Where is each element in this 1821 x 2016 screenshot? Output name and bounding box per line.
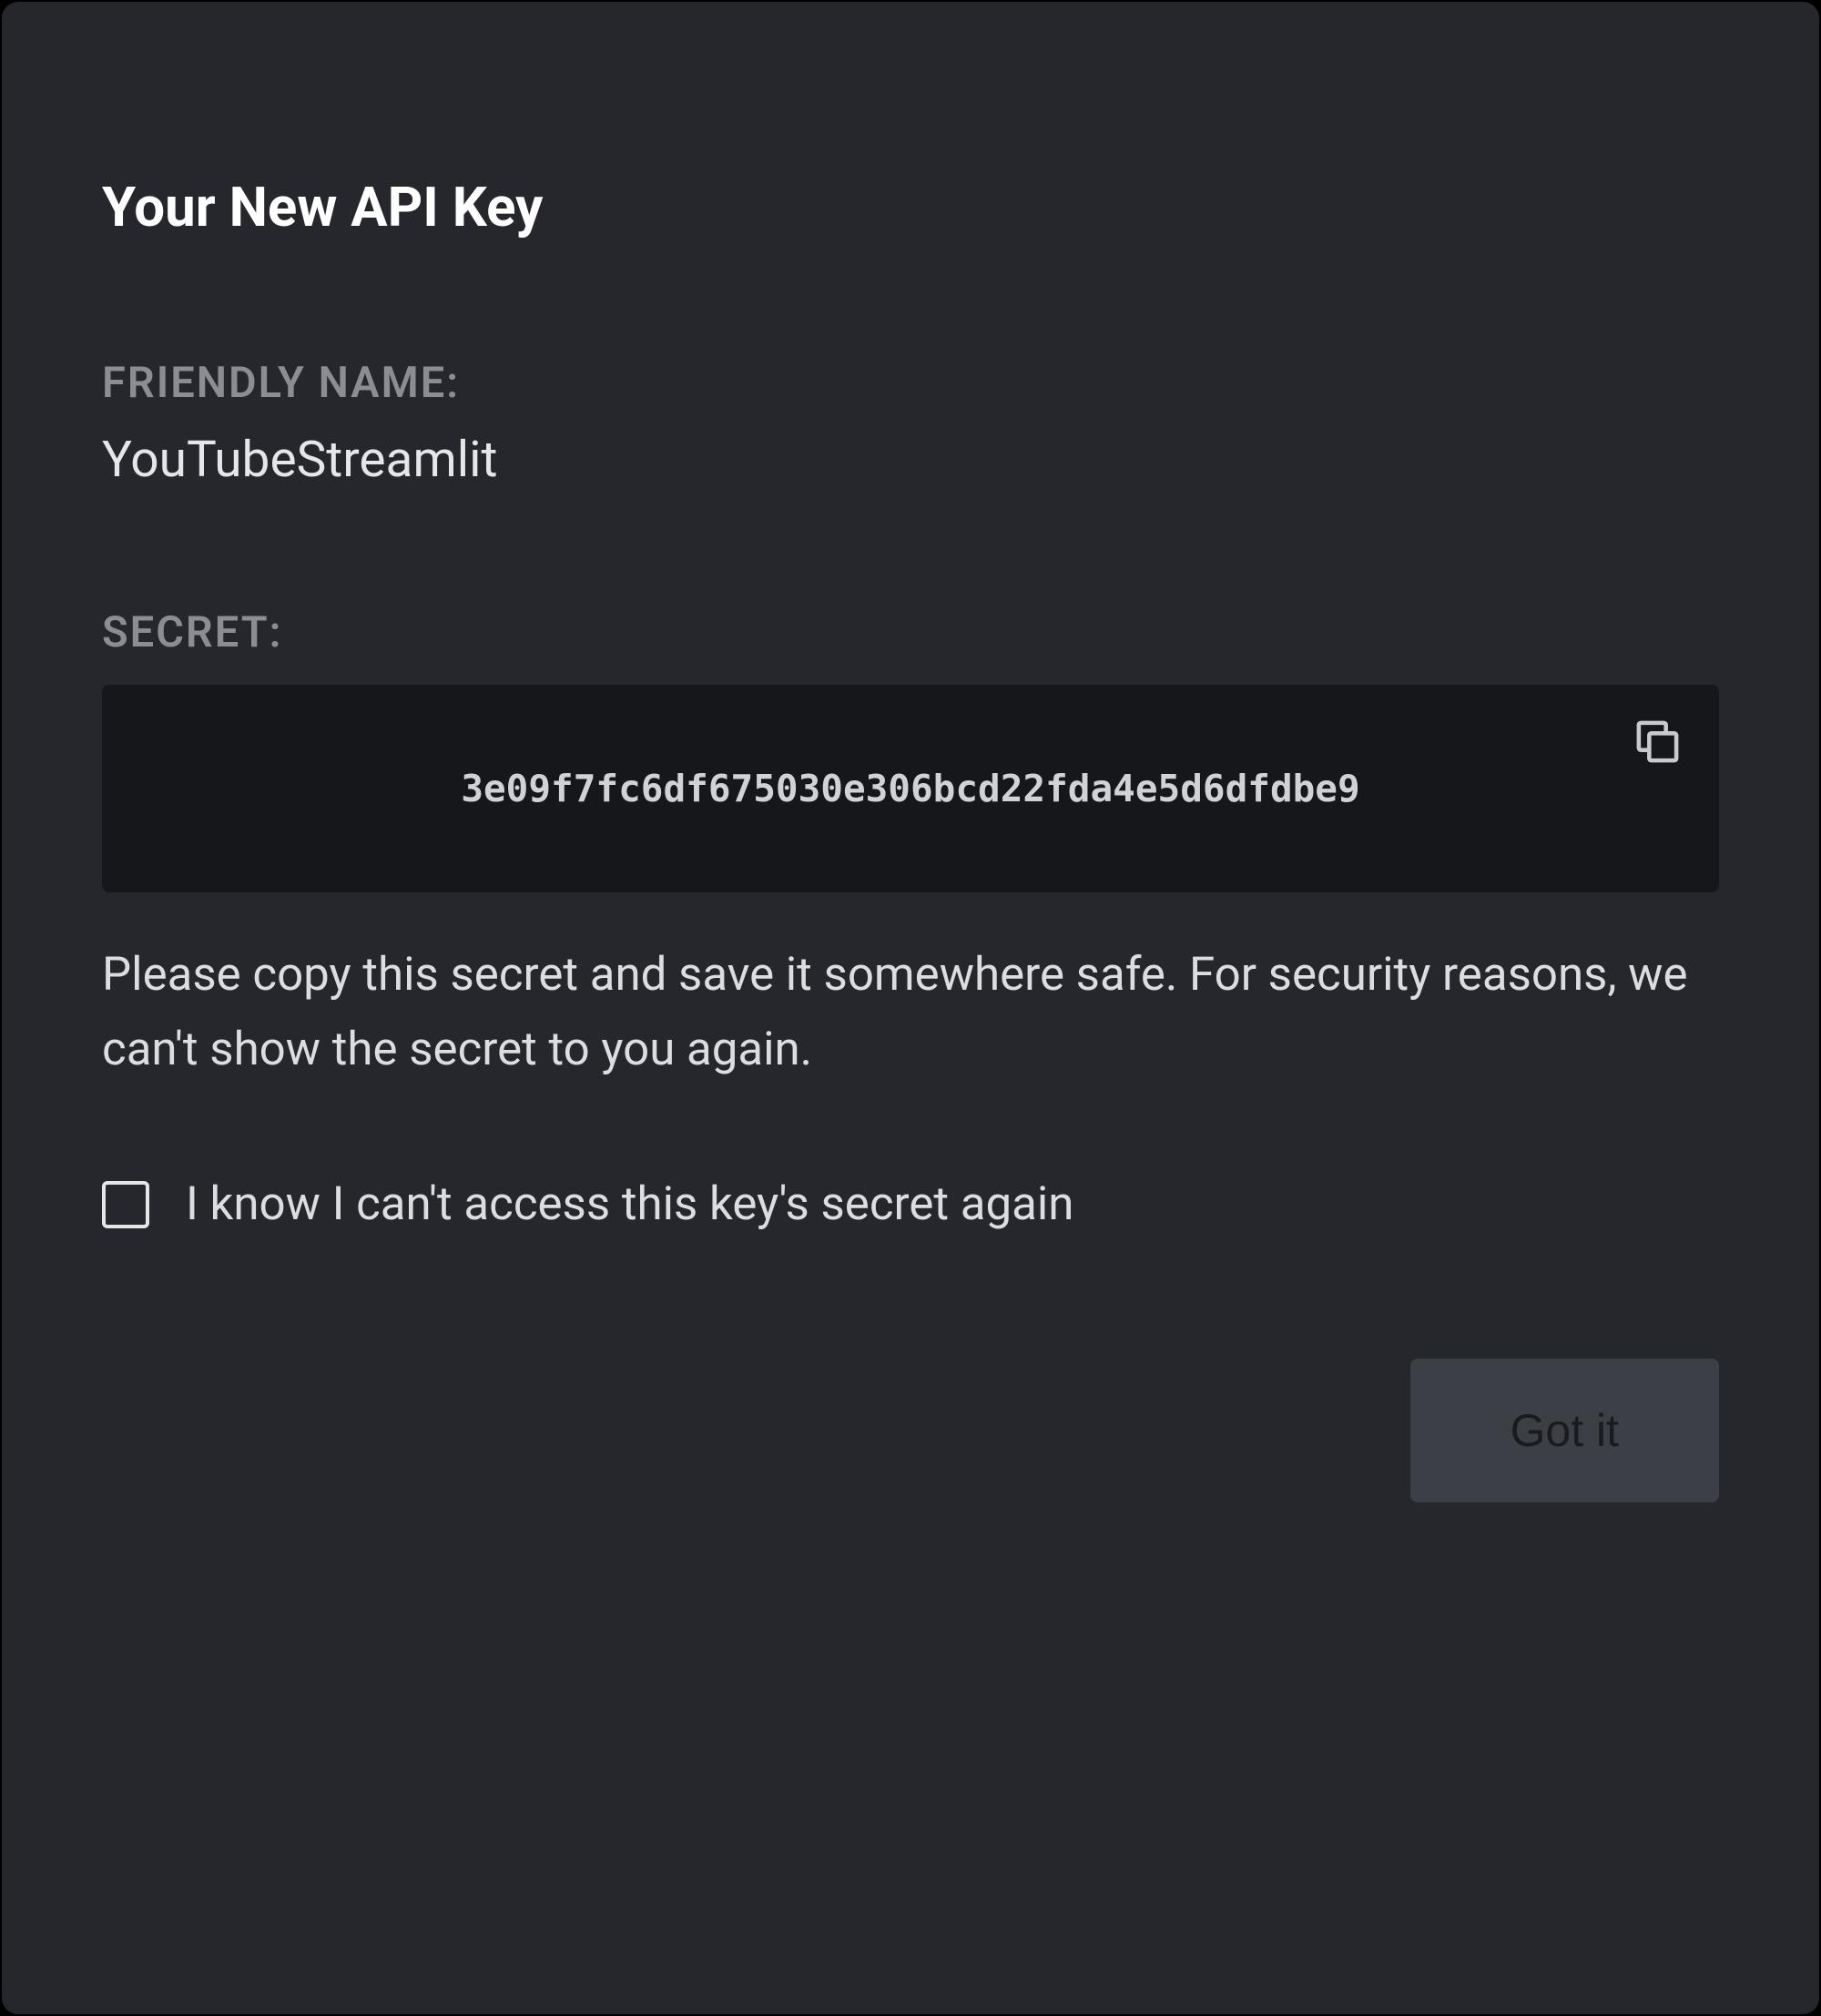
modal-title: Your New API Key	[102, 175, 1719, 239]
got-it-button[interactable]: Got it	[1410, 1359, 1719, 1502]
copy-button[interactable]	[1633, 717, 1683, 767]
friendly-name-label: FRIENDLY NAME:	[102, 358, 1719, 408]
secret-label: SECRET:	[102, 607, 1719, 657]
secret-value: 3e09f7fc6df675030e306bcd22fda4e5d6dfdbe9	[157, 767, 1664, 810]
button-row: Got it	[102, 1359, 1719, 1502]
api-key-modal: Your New API Key FRIENDLY NAME: YouTubeS…	[0, 0, 1821, 2016]
friendly-name-value: YouTubeStreamlit	[102, 431, 1719, 489]
copy-icon	[1633, 756, 1683, 769]
acknowledge-checkbox[interactable]	[102, 1181, 149, 1228]
warning-text: Please copy this secret and save it some…	[102, 938, 1719, 1086]
secret-box: 3e09f7fc6df675030e306bcd22fda4e5d6dfdbe9	[102, 685, 1719, 892]
acknowledge-checkbox-label[interactable]: I know I can't access this key's secret …	[186, 1177, 1073, 1231]
acknowledge-checkbox-row[interactable]: I know I can't access this key's secret …	[102, 1177, 1719, 1231]
